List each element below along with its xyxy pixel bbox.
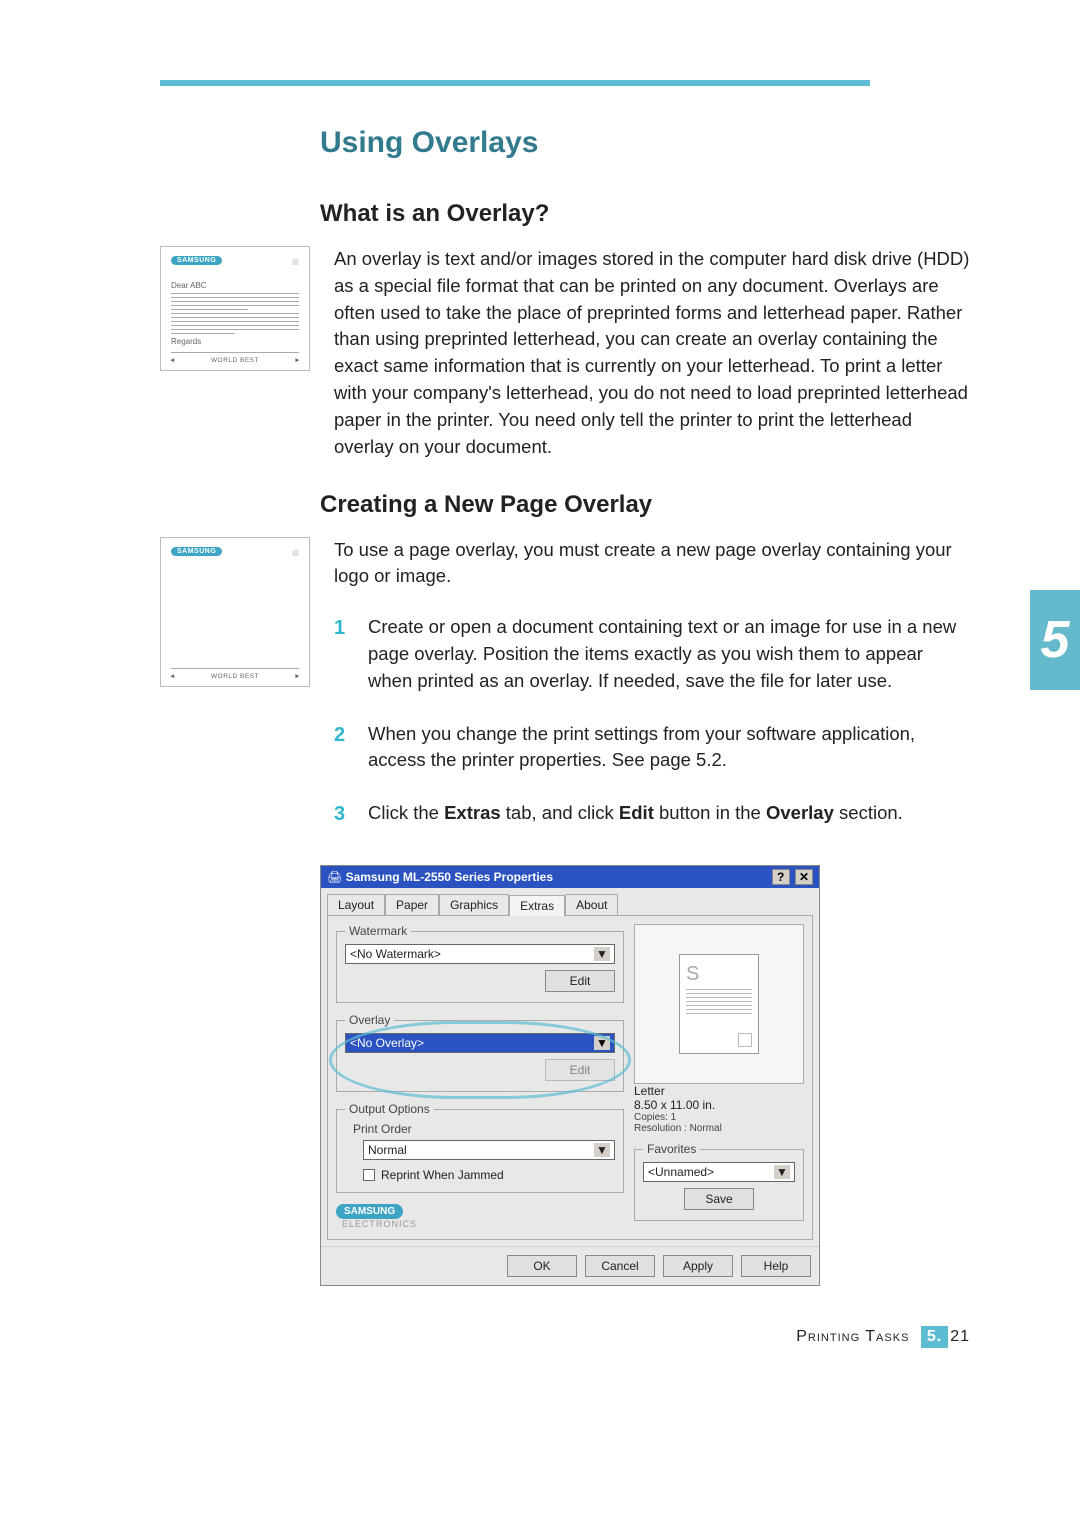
page-footer: Printing Tasks 5.21 [160,1326,970,1348]
preview-copies: Copies: 1 [634,1112,804,1123]
section1-body: An overlay is text and/or images stored … [334,246,970,461]
reprint-checkbox[interactable]: Reprint When Jammed [363,1168,615,1182]
header-rule [160,80,870,86]
chevron-down-icon: ▼ [594,1036,610,1050]
close-icon[interactable]: ✕ [795,869,813,885]
print-order-select[interactable]: Normal▼ [363,1140,615,1160]
letter-footer: WORLD BEST [171,352,299,364]
overlay-group: Overlay <No Overlay>▼ Edit [336,1013,624,1092]
brand-subtext: ELECTRONICS [342,1219,624,1229]
favorites-save-button[interactable]: Save [684,1188,754,1210]
watermark-legend: Watermark [345,924,411,938]
dialog-titlebar[interactable]: 🖨 Samsung ML-2550 Series Properties ? ✕ [321,866,819,888]
overlay-example-thumb-1: SAMSUNG ≡ Dear ABC Regards WORLD BEST [160,246,310,461]
overlay-edit-button[interactable]: Edit [545,1059,615,1081]
tab-extras[interactable]: Extras [509,895,565,916]
output-legend: Output Options [345,1102,434,1116]
preview-size: 8.50 x 11.00 in. [634,1098,804,1112]
dialog-footer: OK Cancel Apply Help [321,1246,819,1285]
apply-button[interactable]: Apply [663,1255,733,1277]
step-2: 2When you change the print settings from… [334,721,970,775]
printer-properties-dialog: 🖨 Samsung ML-2550 Series Properties ? ✕ … [320,865,820,1286]
tab-graphics[interactable]: Graphics [439,894,509,915]
chapter-badge: 5 [1030,590,1080,690]
printer-icon: 🖨 [327,870,342,884]
samsung-logo-tiny-2: SAMSUNG [171,547,222,556]
favorites-legend: Favorites [643,1142,700,1156]
page-preview: S [634,924,804,1084]
overlay-select[interactable]: <No Overlay>▼ [345,1033,615,1053]
chevron-down-icon: ▼ [594,947,610,961]
letter-signoff: Regards [171,337,299,346]
print-order-label: Print Order [353,1122,615,1136]
dialog-tabs: Layout Paper Graphics Extras About [321,888,819,915]
favorites-select[interactable]: <Unnamed>▼ [643,1162,795,1182]
ok-button[interactable]: OK [507,1255,577,1277]
watermark-edit-button[interactable]: Edit [545,970,615,992]
preview-resolution: Resolution : Normal [634,1123,804,1134]
samsung-logo-tiny: SAMSUNG [171,256,222,265]
section2-intro: To use a page overlay, you must create a… [334,537,970,591]
checkbox-icon [363,1169,375,1181]
tab-about[interactable]: About [565,894,618,915]
chevron-down-icon: ▼ [774,1165,790,1179]
output-options-group: Output Options Print Order Normal▼ Repri… [336,1102,624,1193]
dialog-title: Samsung ML-2550 Series Properties [346,870,553,884]
help-icon[interactable]: ? [772,869,790,885]
watermark-group: Watermark <No Watermark>▼ Edit [336,924,624,1003]
overlay-example-thumb-2: SAMSUNG ≡ WORLD BEST [160,537,310,856]
chevron-down-icon: ▼ [594,1143,610,1157]
tab-paper[interactable]: Paper [385,894,439,915]
step-3: 3 Click the Extras tab, and click Edit b… [334,800,970,829]
samsung-brand-logo: SAMSUNG [336,1204,403,1219]
step-3-text: Click the Extras tab, and click Edit but… [368,800,903,829]
help-button[interactable]: Help [741,1255,811,1277]
favorites-group: Favorites <Unnamed>▼ Save [634,1142,804,1221]
page-title: Using Overlays [320,126,970,160]
cancel-button[interactable]: Cancel [585,1255,655,1277]
section1-heading: What is an Overlay? [320,200,970,228]
tab-layout[interactable]: Layout [327,894,385,915]
overlay-legend: Overlay [345,1013,394,1027]
step-2-text: When you change the print settings from … [368,721,970,775]
preview-paper: Letter [634,1084,804,1098]
step-1: 1Create or open a document containing te… [334,614,970,694]
letter-greeting: Dear ABC [171,281,299,290]
letter-footer-2: WORLD BEST [171,668,299,680]
footer-section: Printing Tasks [796,1328,909,1345]
watermark-select[interactable]: <No Watermark>▼ [345,944,615,964]
footer-page-number: 21 [950,1328,970,1345]
step-1-text: Create or open a document containing tex… [368,614,970,694]
section2-heading: Creating a New Page Overlay [320,491,970,519]
